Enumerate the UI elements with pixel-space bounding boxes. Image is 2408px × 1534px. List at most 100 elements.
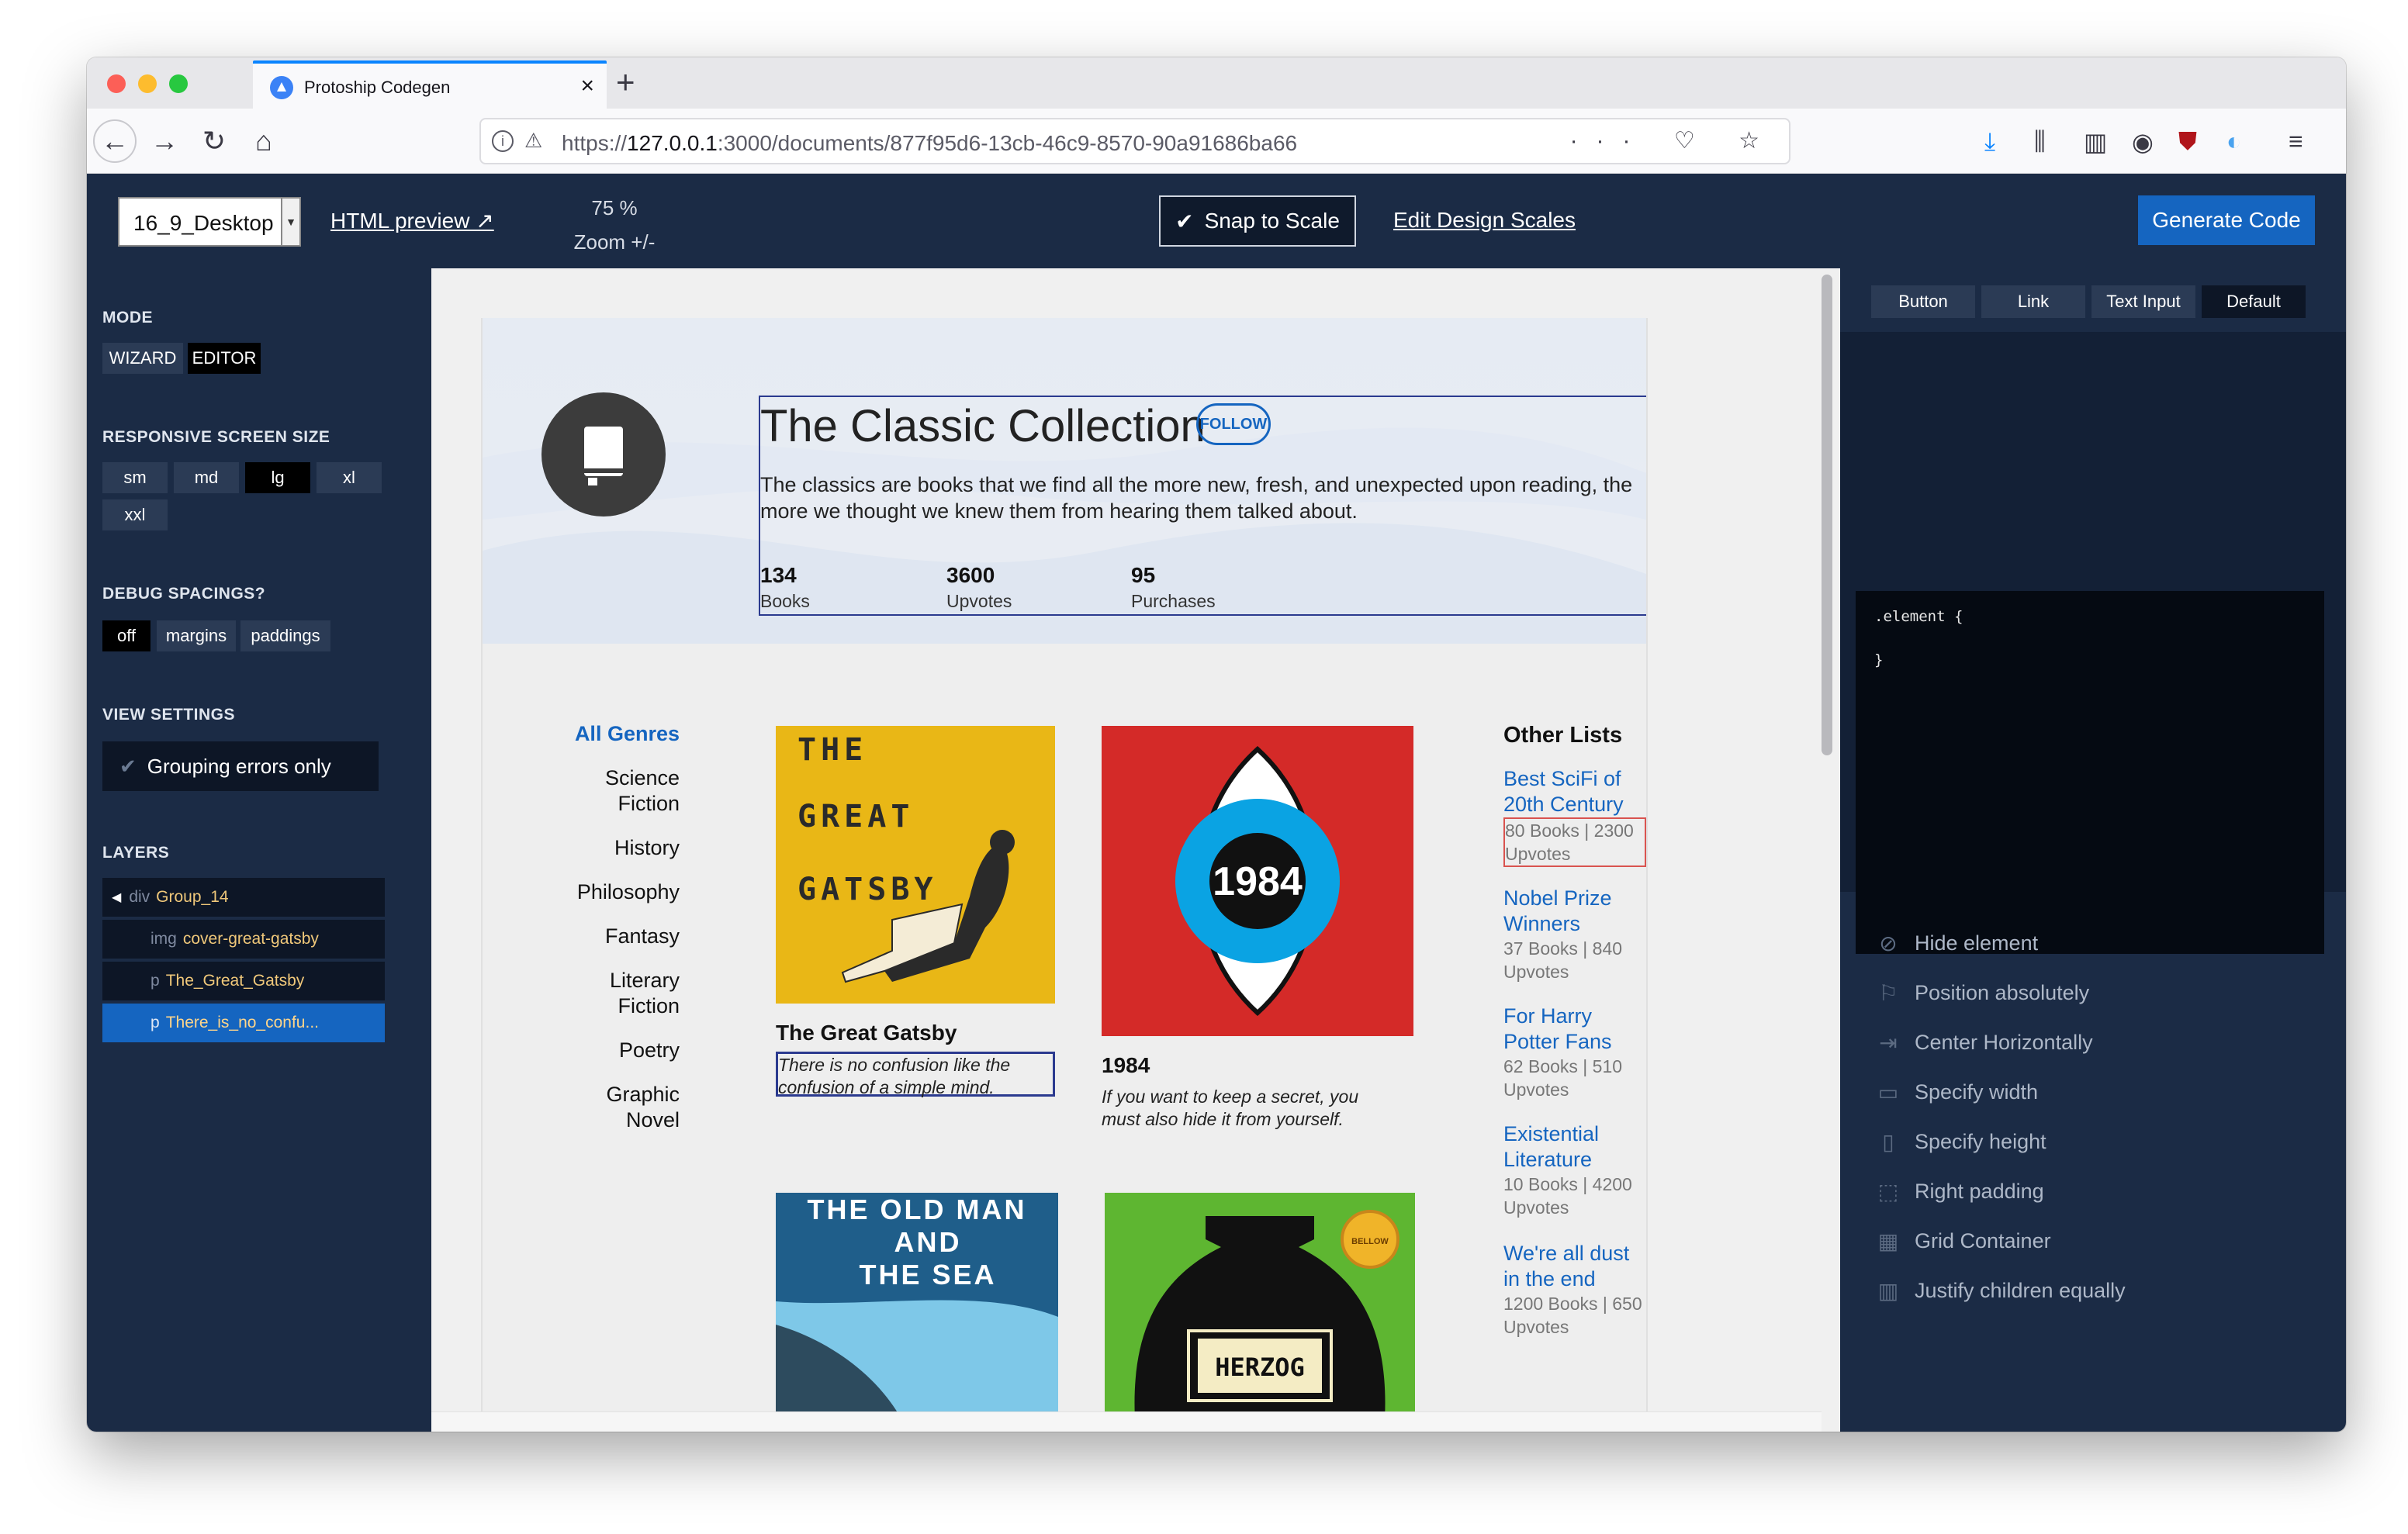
book-quote-great-gatsby[interactable]: There is no confusion like the confusion…	[776, 1052, 1055, 1097]
cover-herzog[interactable]: HERZOG BELLOW	[1105, 1193, 1415, 1432]
layer-item-selected[interactable]: p There_is_no_confu...	[102, 1004, 385, 1044]
code-line: .element {	[1874, 608, 1963, 625]
edit-design-scales-link[interactable]: Edit Design Scales	[1393, 208, 1576, 233]
grid-container-option[interactable]: ▦ Grid Container	[1874, 1216, 2051, 1266]
stat-label: Upvotes	[946, 591, 1012, 611]
position-absolutely-option[interactable]: ⚐ Position absolutely	[1874, 968, 2089, 1017]
download-icon[interactable]: ⤓	[1984, 127, 1995, 157]
page-actions-icons[interactable]: ··· ♡ ☆	[1570, 127, 1778, 154]
screen-size-title: RESPONSIVE SCREEN SIZE	[102, 428, 330, 446]
forward-icon[interactable]: →	[143, 119, 186, 163]
debug-paddings[interactable]: paddings	[240, 620, 330, 651]
gatsby-cover-art: THE GREAT GATSBY	[797, 732, 1015, 983]
home-icon[interactable]: ⌂	[242, 119, 285, 163]
layer-name: Group_14	[156, 888, 229, 906]
other-list-item[interactable]: Nobel Prize Winners 37 Books | 840 Upvot…	[1503, 886, 1646, 983]
genre-item[interactable]: Philosophy	[552, 879, 680, 905]
other-list-item[interactable]: For Harry Potter Fans 62 Books | 510 Upv…	[1503, 1004, 1646, 1101]
cover-great-gatsby[interactable]: THE GREAT GATSBY	[776, 726, 1055, 1004]
generate-code-button[interactable]: Generate Code	[2138, 195, 2315, 245]
sidebar-icon[interactable]: ▥	[2084, 127, 2107, 157]
info-icon[interactable]: i	[492, 130, 514, 152]
screen-size-lg[interactable]: lg	[245, 462, 310, 493]
new-tab-icon[interactable]: +	[616, 64, 635, 101]
cover-old-man-and-the-sea[interactable]: THE OLD MAN AND THE SEA	[776, 1193, 1058, 1432]
library-icon[interactable]: ⫼	[2034, 127, 2046, 157]
hide-element-option[interactable]: ⊘ Hide element	[1874, 918, 2038, 968]
stat-value: 3600	[946, 563, 995, 587]
ublock-icon[interactable]: ⛊	[2178, 127, 2197, 157]
vertical-scrollbar[interactable]	[1822, 275, 1832, 755]
mode-editor[interactable]: EDITOR	[188, 343, 261, 374]
caret-down-icon[interactable]: ◀	[112, 890, 121, 905]
screen-size-sm[interactable]: sm	[102, 462, 168, 493]
reload-icon[interactable]: ↻	[192, 119, 236, 163]
stat-label: Purchases	[1131, 591, 1216, 611]
list-name[interactable]: We're all dust in the end	[1503, 1241, 1646, 1292]
address-bar[interactable]: i ⚠ https://127.0.0.1:3000/documents/877…	[479, 118, 1790, 164]
collection-description: The classics are books that we find all …	[760, 473, 1633, 523]
right-padding-option[interactable]: ⬚ Right padding	[1874, 1166, 2044, 1216]
genre-item[interactable]: History	[552, 835, 680, 861]
justify-children-option[interactable]: ▥ Justify children equally	[1874, 1266, 2126, 1315]
zoom-window-button[interactable]	[169, 74, 188, 93]
tab-default[interactable]: Default	[2202, 285, 2306, 318]
genre-item[interactable]: Literary Fiction	[552, 968, 680, 1019]
screen-size-md[interactable]: md	[174, 462, 239, 493]
grouping-errors-toggle[interactable]: ✔ Grouping errors only	[102, 741, 379, 791]
genre-item[interactable]: Poetry	[552, 1038, 680, 1063]
cover-1984[interactable]: 1984	[1102, 726, 1413, 1036]
insecure-lock-icon[interactable]: ⚠	[524, 129, 542, 153]
tab-text-input[interactable]: Text Input	[2091, 285, 2195, 318]
list-name[interactable]: Nobel Prize Winners	[1503, 886, 1646, 937]
mode-wizard[interactable]: WIZARD	[102, 343, 183, 374]
other-list-item[interactable]: Best SciFi of 20th Century 80 Books | 23…	[1503, 766, 1646, 867]
tab-button[interactable]: Button	[1871, 285, 1975, 318]
genre-item[interactable]: Graphic Novel	[552, 1082, 680, 1133]
option-label: Center Horizontally	[1915, 1030, 2093, 1054]
url-scheme: https://	[562, 131, 628, 155]
genre-item[interactable]: Fantasy	[552, 924, 680, 949]
mode-title: MODE	[102, 309, 153, 326]
device-preset-select[interactable]: 16_9_Desktop ▼	[118, 197, 301, 247]
menu-icon[interactable]: ≡	[2289, 127, 2303, 156]
genre-item-all[interactable]: All Genres	[552, 721, 680, 747]
genre-item[interactable]: Science Fiction	[552, 765, 680, 817]
specify-width-option[interactable]: ▭ Specify width	[1874, 1067, 2038, 1117]
extension-icon[interactable]: ◐	[2226, 127, 2241, 156]
browser-tab[interactable]: Protoship Codegen ×	[253, 60, 607, 109]
cover-text: THE SEA	[859, 1259, 996, 1290]
snap-to-scale-toggle[interactable]: ✔ Snap to Scale	[1159, 195, 1356, 247]
debug-off[interactable]: off	[102, 620, 150, 651]
back-icon[interactable]: ←	[93, 119, 137, 163]
layer-item[interactable]: img cover-great-gatsby	[102, 920, 385, 960]
horizontal-scrollbar[interactable]	[431, 1411, 1822, 1432]
list-name[interactable]: For Harry Potter Fans	[1503, 1004, 1646, 1055]
close-window-button[interactable]	[107, 74, 126, 93]
list-name[interactable]: Existential Literature	[1503, 1121, 1646, 1173]
zoom-control[interactable]: 75 % Zoom +/-	[552, 191, 676, 259]
tab-link[interactable]: Link	[1981, 285, 2085, 318]
minimize-window-button[interactable]	[138, 74, 157, 93]
other-list-item[interactable]: We're all dust in the end 1200 Books | 6…	[1503, 1241, 1646, 1339]
screen-size-xxl[interactable]: xxl	[102, 499, 168, 530]
browser-window: Protoship Codegen × + ← → ↻ ⌂ i ⚠ https:…	[87, 57, 2346, 1432]
artboard[interactable]: The Classic Collection FOLLOW The classi…	[481, 318, 1648, 1432]
center-horizontally-option[interactable]: ⇥ Center Horizontally	[1874, 1017, 2093, 1067]
screen-size-xl[interactable]: xl	[317, 462, 382, 493]
close-tab-icon[interactable]: ×	[580, 73, 594, 99]
list-name[interactable]: Best SciFi of 20th Century	[1503, 766, 1646, 817]
design-canvas[interactable]: The Classic Collection FOLLOW The classi…	[431, 268, 1840, 1432]
css-code-editor[interactable]: .element { }	[1856, 591, 2324, 954]
collection-info-group[interactable]: The Classic Collection FOLLOW The classi…	[759, 396, 1646, 616]
other-list-item[interactable]: Existential Literature 10 Books | 4200 U…	[1503, 1121, 1646, 1219]
layer-item[interactable]: p The_Great_Gatsby	[102, 962, 385, 1002]
book-icon	[584, 427, 623, 485]
layer-item[interactable]: ◀ div Group_14	[102, 878, 385, 918]
debug-margins[interactable]: margins	[157, 620, 236, 651]
specify-height-option[interactable]: ▯ Specify height	[1874, 1117, 2046, 1166]
chevron-down-icon[interactable]: ▼	[281, 199, 299, 245]
follow-button[interactable]: FOLLOW	[1196, 403, 1271, 445]
html-preview-link[interactable]: HTML preview ↗	[330, 208, 494, 233]
account-icon[interactable]: ◉	[2132, 127, 2154, 157]
